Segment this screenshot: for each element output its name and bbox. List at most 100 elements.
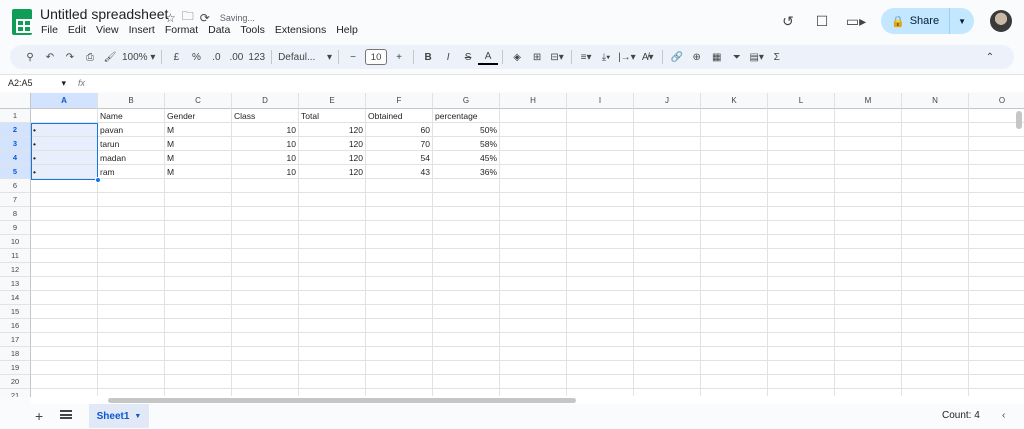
table-cell[interactable]: 120 bbox=[299, 123, 366, 137]
table-cell[interactable] bbox=[567, 165, 634, 179]
table-cell[interactable] bbox=[567, 235, 634, 249]
table-cell[interactable] bbox=[98, 291, 165, 305]
table-cell[interactable] bbox=[634, 305, 701, 319]
row-header-5[interactable]: 5 bbox=[0, 165, 31, 179]
table-cell[interactable] bbox=[902, 319, 969, 333]
table-cell[interactable] bbox=[366, 375, 433, 389]
table-cell[interactable] bbox=[299, 347, 366, 361]
column-header-a[interactable]: A bbox=[31, 93, 98, 109]
column-header-h[interactable]: H bbox=[500, 93, 567, 109]
vertical-align-icon[interactable]: ⤓▾ bbox=[596, 45, 616, 69]
table-cell[interactable] bbox=[835, 235, 902, 249]
table-cell[interactable] bbox=[232, 277, 299, 291]
table-cell[interactable] bbox=[500, 375, 567, 389]
row-header-13[interactable]: 13 bbox=[0, 277, 31, 291]
table-cell[interactable] bbox=[31, 179, 98, 193]
column-header-l[interactable]: L bbox=[768, 93, 835, 109]
table-cell[interactable] bbox=[31, 263, 98, 277]
table-cell[interactable]: 10 bbox=[232, 123, 299, 137]
table-cell[interactable]: 10 bbox=[232, 137, 299, 151]
table-cell[interactable] bbox=[165, 207, 232, 221]
table-cell[interactable] bbox=[969, 375, 1024, 389]
table-cell[interactable] bbox=[366, 319, 433, 333]
table-cell[interactable] bbox=[433, 319, 500, 333]
header-cell[interactable]: Gender bbox=[165, 109, 232, 123]
table-cell[interactable] bbox=[902, 193, 969, 207]
table-cell[interactable] bbox=[98, 179, 165, 193]
table-cell[interactable] bbox=[98, 333, 165, 347]
table-cell[interactable] bbox=[500, 123, 567, 137]
menu-insert[interactable]: Insert bbox=[129, 24, 155, 36]
table-cell[interactable] bbox=[98, 277, 165, 291]
increase-font-size-icon[interactable]: + bbox=[389, 45, 409, 69]
table-cell[interactable] bbox=[701, 221, 768, 235]
side-panel-toggle-icon[interactable]: ‹ bbox=[1002, 410, 1005, 421]
table-cell[interactable] bbox=[902, 221, 969, 235]
table-cell[interactable] bbox=[835, 361, 902, 375]
table-cell[interactable] bbox=[165, 277, 232, 291]
table-cell[interactable] bbox=[567, 249, 634, 263]
column-header-i[interactable]: I bbox=[567, 93, 634, 109]
table-cell[interactable] bbox=[768, 361, 835, 375]
table-cell[interactable] bbox=[701, 137, 768, 151]
table-cell[interactable] bbox=[500, 319, 567, 333]
functions-button[interactable]: Σ bbox=[767, 45, 787, 69]
name-box[interactable]: A2:A5 ▾ bbox=[8, 78, 66, 89]
all-sheets-icon[interactable] bbox=[60, 410, 72, 419]
table-cell[interactable] bbox=[768, 249, 835, 263]
table-cell[interactable] bbox=[98, 207, 165, 221]
row-header-16[interactable]: 16 bbox=[0, 319, 31, 333]
table-cell[interactable] bbox=[567, 291, 634, 305]
table-cell[interactable] bbox=[567, 137, 634, 151]
header-cell[interactable] bbox=[835, 109, 902, 123]
table-cell[interactable] bbox=[165, 179, 232, 193]
table-cell[interactable] bbox=[299, 263, 366, 277]
sheets-logo-icon[interactable] bbox=[12, 9, 32, 35]
table-cell[interactable] bbox=[165, 263, 232, 277]
table-cell[interactable] bbox=[835, 277, 902, 291]
header-cell[interactable]: Total bbox=[299, 109, 366, 123]
table-cell[interactable] bbox=[902, 179, 969, 193]
table-cell[interactable] bbox=[634, 193, 701, 207]
table-cell[interactable]: 43 bbox=[366, 165, 433, 179]
table-cell[interactable] bbox=[969, 151, 1024, 165]
table-cell[interactable] bbox=[98, 263, 165, 277]
menu-extensions[interactable]: Extensions bbox=[275, 24, 326, 36]
table-cell[interactable] bbox=[768, 263, 835, 277]
table-cell[interactable] bbox=[433, 193, 500, 207]
table-cell[interactable] bbox=[165, 319, 232, 333]
table-cell[interactable] bbox=[634, 249, 701, 263]
table-cell[interactable] bbox=[366, 347, 433, 361]
table-cell[interactable] bbox=[902, 137, 969, 151]
table-cell[interactable] bbox=[366, 333, 433, 347]
table-cell[interactable] bbox=[98, 361, 165, 375]
table-cell[interactable] bbox=[98, 375, 165, 389]
table-cell[interactable] bbox=[500, 347, 567, 361]
table-cell[interactable]: 60 bbox=[366, 123, 433, 137]
header-cell[interactable]: percentage bbox=[433, 109, 500, 123]
table-cell[interactable] bbox=[969, 319, 1024, 333]
table-cell[interactable] bbox=[98, 305, 165, 319]
more-formats-button[interactable]: 123 bbox=[246, 45, 267, 69]
table-cell[interactable] bbox=[98, 249, 165, 263]
undo-icon[interactable]: ↶ bbox=[40, 45, 60, 69]
insert-link-icon[interactable]: 🔗 bbox=[667, 45, 687, 69]
table-cell[interactable] bbox=[98, 319, 165, 333]
table-cell[interactable] bbox=[902, 235, 969, 249]
table-cell[interactable]: 36% bbox=[433, 165, 500, 179]
column-header-j[interactable]: J bbox=[634, 93, 701, 109]
table-cell[interactable] bbox=[835, 291, 902, 305]
filter-icon[interactable]: ⏷ bbox=[727, 45, 747, 69]
table-cell[interactable] bbox=[634, 151, 701, 165]
table-cell[interactable] bbox=[98, 193, 165, 207]
table-cell[interactable] bbox=[969, 263, 1024, 277]
table-cell[interactable] bbox=[835, 165, 902, 179]
table-cell[interactable]: 45% bbox=[433, 151, 500, 165]
table-cell[interactable] bbox=[165, 361, 232, 375]
merge-cells-icon[interactable]: ⊟▾ bbox=[547, 45, 567, 69]
table-cell[interactable]: 54 bbox=[366, 151, 433, 165]
table-cell[interactable] bbox=[299, 179, 366, 193]
column-header-k[interactable]: K bbox=[701, 93, 768, 109]
table-cell[interactable] bbox=[433, 207, 500, 221]
table-cell[interactable] bbox=[31, 305, 98, 319]
